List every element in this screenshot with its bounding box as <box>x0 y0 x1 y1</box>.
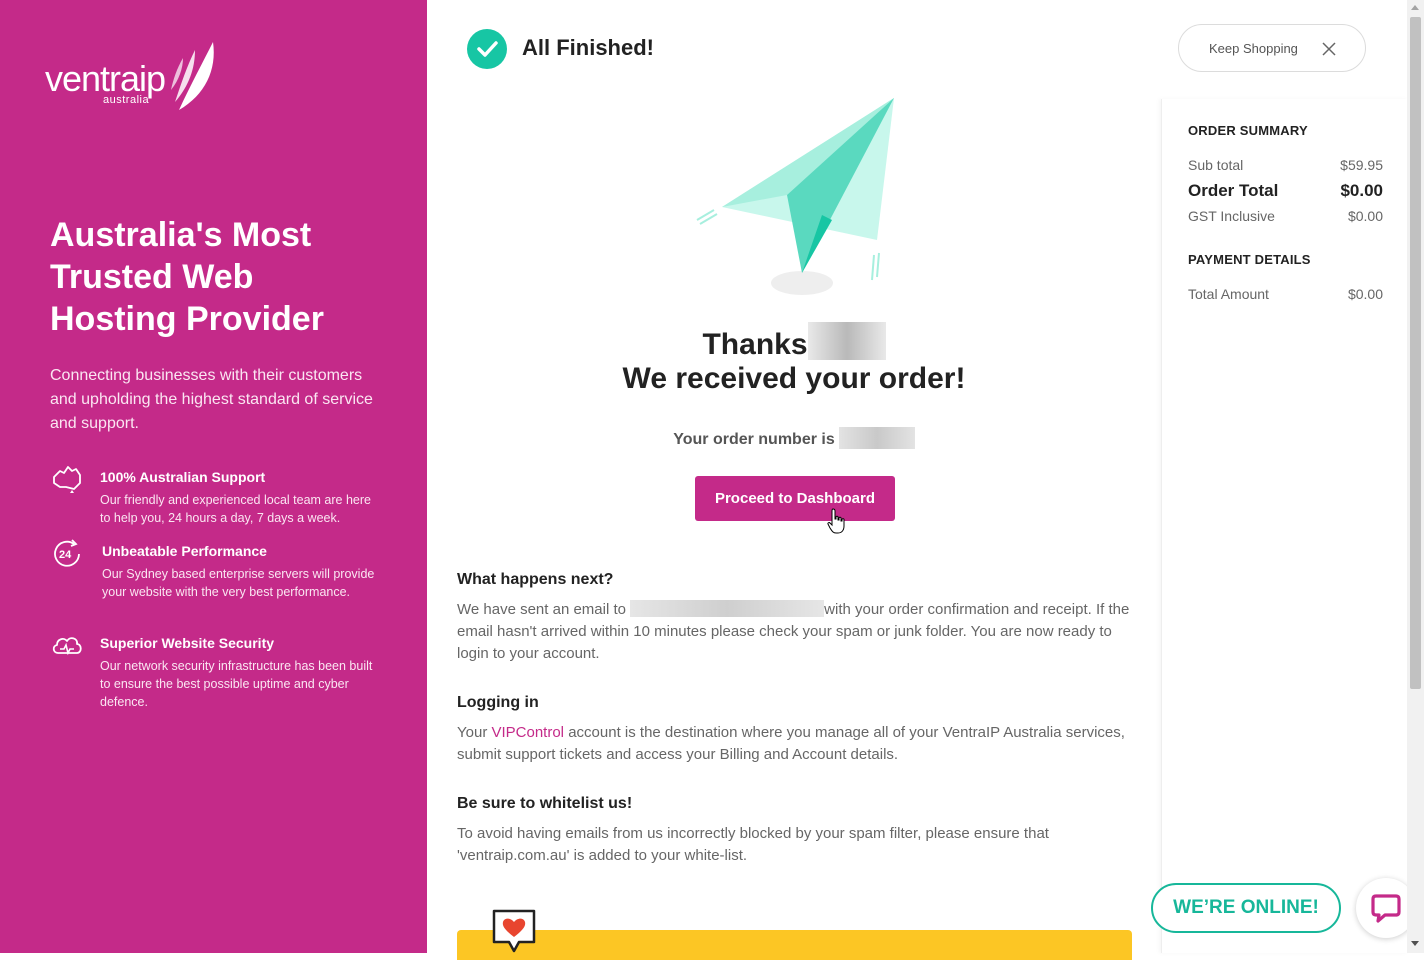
order-received-heading: We received your order! <box>622 362 966 395</box>
cloud-security-icon <box>52 637 82 656</box>
redacted-name <box>807 322 886 360</box>
feature-description: Our Sydney based enterprise servers will… <box>102 567 375 599</box>
feature-description: Our network security infrastructure has … <box>100 659 373 709</box>
close-icon <box>1322 42 1336 56</box>
row-value: $0.00 <box>1347 208 1383 224</box>
thanks-heading: Thanks <box>427 322 1161 362</box>
24-hours-icon: 24 <box>54 539 80 567</box>
order-number: Your order number is <box>427 427 1161 449</box>
row-label: Order Total <box>1188 181 1279 200</box>
feature-title: Superior Website Security <box>100 635 275 651</box>
thanks-text: Thanks <box>702 328 808 361</box>
proceed-to-dashboard-button[interactable]: Proceed to Dashboard <box>695 476 895 521</box>
logo-sail-icon <box>171 42 214 110</box>
feature-title: 100% Australian Support <box>100 469 266 485</box>
success-check-icon <box>467 29 507 69</box>
page-headline: Australia's Most Trusted Web Hosting Pro… <box>50 216 324 338</box>
confirmation-content: All Finished! Thanks We received your or… <box>427 0 1161 960</box>
order-summary-panel: ORDER SUMMARY Sub total $59.95 Order Tot… <box>1161 99 1408 953</box>
scroll-down-arrow-icon[interactable] <box>1411 941 1419 946</box>
section-title: What happens next? <box>457 571 614 588</box>
redacted-order-number <box>838 427 915 449</box>
row-value: $0.00 <box>1340 181 1383 200</box>
keep-shopping-button[interactable]: Keep Shopping <box>1178 24 1366 72</box>
page-scrollbar[interactable] <box>1407 0 1424 953</box>
ventraip-logo[interactable]: ventraip australia <box>45 40 225 115</box>
payment-details-heading: PAYMENT DETAILS <box>1188 252 1311 267</box>
logo-subtext: australia <box>103 94 150 106</box>
whitelist-section: Be sure to whitelist us! To avoid having… <box>457 795 1137 867</box>
status-title: All Finished! <box>522 35 654 60</box>
row-label: Sub total <box>1188 157 1244 173</box>
section-text: To avoid having emails from us incorrect… <box>457 825 1049 864</box>
text-fragment: We have sent an email to <box>457 601 626 618</box>
scrollbar-thumb[interactable] <box>1410 17 1421 689</box>
row-label: Total Amount <box>1188 286 1269 302</box>
chat-bubble-icon <box>1371 894 1401 923</box>
heart-speech-bubble-icon <box>492 909 536 953</box>
hand-cursor-icon <box>827 508 845 534</box>
scroll-up-arrow-icon[interactable] <box>1411 5 1419 10</box>
svg-text:24: 24 <box>59 549 72 561</box>
section-text: We have sent an email to with your order… <box>457 599 1137 665</box>
order-summary-heading: ORDER SUMMARY <box>1188 123 1308 138</box>
order-number-label: Your order number is <box>673 431 835 448</box>
intro-text: Connecting businesses with their custome… <box>50 367 373 432</box>
australia-icon <box>53 466 81 493</box>
what-happens-next-section: What happens next? We have sent an email… <box>457 571 1137 665</box>
vipcontrol-link[interactable]: VIPControl <box>491 724 564 741</box>
brand-panel: ventraip australia Australia's Most Trus… <box>0 0 427 953</box>
redacted-email <box>630 600 825 617</box>
logging-in-section: Logging in Your VIPControl account is th… <box>457 694 1137 766</box>
row-label: GST Inclusive <box>1188 208 1275 224</box>
paper-plane-illustration <box>696 98 894 295</box>
feature-description: Our friendly and experienced local team … <box>100 493 371 525</box>
section-title: Logging in <box>457 694 539 711</box>
section-title: Be sure to whitelist us! <box>457 795 633 812</box>
text-fragment: Your <box>457 724 488 741</box>
row-value: $0.00 <box>1347 286 1383 302</box>
keep-shopping-label: Keep Shopping <box>1209 41 1298 56</box>
were-online-chat-button[interactable]: WE’RE ONLINE! <box>1151 883 1341 933</box>
row-value: $59.95 <box>1340 157 1383 173</box>
section-text: Your VIPControl account is the destinati… <box>457 722 1137 766</box>
feedback-banner <box>457 930 1132 960</box>
feature-title: Unbeatable Performance <box>102 543 267 559</box>
